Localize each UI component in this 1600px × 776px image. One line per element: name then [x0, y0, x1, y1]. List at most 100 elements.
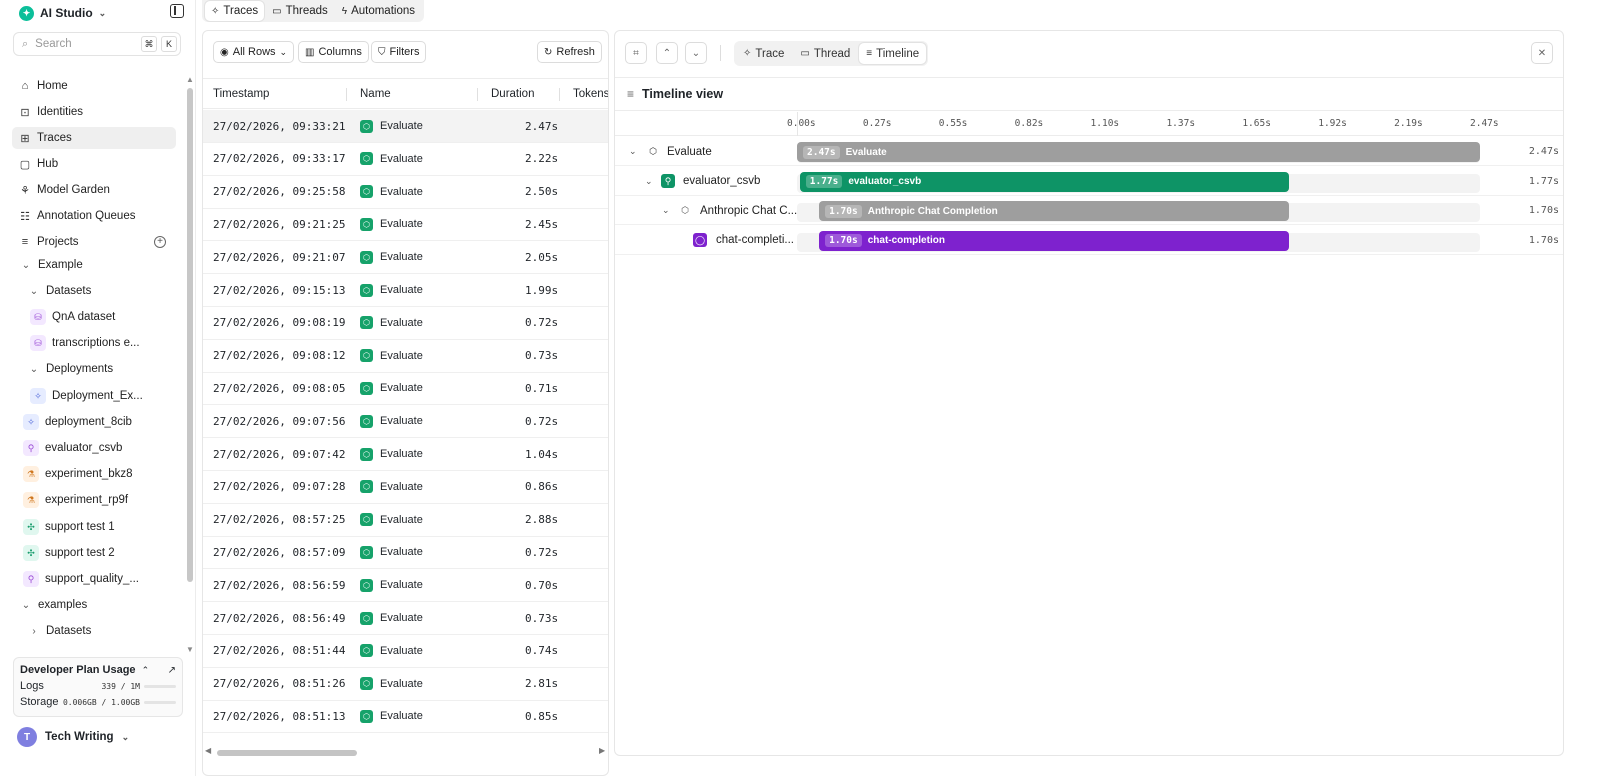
tree-item-qna-dataset[interactable]: ⛁ QnA dataset [30, 306, 115, 328]
refresh-icon: ↻ [544, 46, 553, 58]
column-header-timestamp[interactable]: Timestamp [213, 79, 269, 109]
table-row[interactable]: 27/02/2026, 09:08:19 ⬡ Evaluate 0.72s [203, 307, 608, 340]
table-row[interactable]: 27/02/2026, 09:15:13 ⬡ Evaluate 1.99s [203, 274, 608, 307]
tree-item-label: Datasets [46, 285, 92, 297]
timeline-span-row[interactable]: ⌄ ⚲ evaluator_csvb 1.77s evaluator_csvb 1.77s [615, 167, 1563, 196]
timeline-span-row[interactable]: ⌄ ⬡ Evaluate 2.47s Evaluate 2.47s [615, 137, 1563, 166]
all-rows-dropdown[interactable]: ◉ All Rows ⌄ [213, 41, 295, 63]
tree-item-datasets[interactable]: ⌄ Datasets [28, 280, 92, 302]
columns-button[interactable]: ▥ Columns [298, 41, 369, 63]
next-trace-button[interactable]: ⌄ [685, 42, 707, 64]
table-row[interactable]: 27/02/2026, 09:21:25 ⬡ Evaluate 2.45s [203, 208, 608, 242]
cell-duration: 0.72s [525, 316, 559, 330]
tree-item-experiment-rp9f[interactable]: ⚗ experiment_rp9f [23, 489, 128, 511]
tree-item-support-quality[interactable]: ⚲ support_quality_... [23, 568, 139, 590]
tree-item-deployment-8cib[interactable]: ✧ deployment_8cib [23, 411, 132, 433]
filters-button[interactable]: ⛉ Filters [371, 41, 427, 63]
table-row[interactable]: 27/02/2026, 09:08:12 ⬡ Evaluate 0.73s [203, 340, 608, 373]
scroll-up-icon[interactable]: ▲ [186, 75, 194, 84]
sidebar-item-model-garden[interactable]: ⚘ Model Garden [12, 179, 176, 201]
table-row[interactable]: 27/02/2026, 09:25:58 ⬡ Evaluate 2.50s [203, 176, 608, 209]
cell-duration: 2.47s [525, 119, 559, 133]
table-row[interactable]: 27/02/2026, 08:51:26 ⬡ Evaluate 2.81s [203, 668, 608, 701]
tab-timeline[interactable]: ≡ Timeline [859, 43, 927, 64]
span-duration: 1.70s [1528, 205, 1559, 216]
cell-name-label: Evaluate [380, 152, 423, 165]
focus-icon[interactable]: ⌗ [625, 42, 647, 64]
tab-automations[interactable]: ϟ Automations [336, 1, 421, 21]
span-bar[interactable]: 2.47s Evaluate [797, 142, 1480, 162]
span-bar[interactable]: 1.70s Anthropic Chat Completion [819, 201, 1290, 221]
timeline-span-row[interactable]: ◯ chat-completi... 1.70s chat-completion 1.7… [615, 226, 1563, 255]
span-bar[interactable]: 1.77s evaluator_csvb [799, 171, 1290, 192]
column-header-name[interactable]: Name [360, 79, 391, 109]
table-row[interactable]: 27/02/2026, 09:33:21 ⬡ Evaluate 2.47s [203, 110, 608, 143]
scroll-down-icon[interactable]: ▼ [186, 645, 194, 654]
column-divider[interactable] [559, 88, 560, 101]
tree-item-transcriptions[interactable]: ⛁ transcriptions e... [30, 332, 140, 354]
chevron-up-icon[interactable]: ⌃ [142, 665, 150, 676]
tree-item-support-test-2[interactable]: ✣ support test 2 [23, 542, 115, 564]
user-menu[interactable]: T Tech Writing ⌄ [17, 727, 129, 747]
sidebar-item-traces[interactable]: ⊞ Traces [12, 127, 176, 149]
table-row[interactable]: 27/02/2026, 08:51:44 ⬡ Evaluate 0.74s [203, 635, 608, 668]
tab-thread[interactable]: ▭ Thread [793, 43, 857, 64]
tree-item-experiment-bkz8[interactable]: ⚗ experiment_bkz8 [23, 463, 133, 485]
table-row[interactable]: 27/02/2026, 08:57:25 ⬡ Evaluate 2.88s [203, 504, 608, 537]
add-project-icon[interactable]: + [154, 236, 166, 248]
table-row[interactable]: 27/02/2026, 09:07:56 ⬡ Evaluate 0.72s [203, 405, 608, 439]
table-row[interactable]: 27/02/2026, 09:21:07 ⬡ Evaluate 2.05s [203, 241, 608, 275]
sidebar-item-annotation-queues[interactable]: ☷ Annotation Queues [12, 205, 176, 227]
tree-item-evaluator-csvb[interactable]: ⚲ evaluator_csvb [23, 437, 122, 459]
table-row[interactable]: 27/02/2026, 08:56:49 ⬡ Evaluate 0.73s [203, 602, 608, 635]
tab-traces[interactable]: ✧ Traces [205, 1, 265, 21]
search-input[interactable]: ⌕ Search ⌘ K [13, 32, 181, 56]
tab-trace[interactable]: ✧ Trace [736, 43, 791, 64]
sidebar-item-projects[interactable]: ≡ Projects + [12, 231, 176, 253]
table-row[interactable]: 27/02/2026, 09:33:17 ⬡ Evaluate 2.22s [203, 143, 608, 176]
tree-item-examples-datasets[interactable]: › Datasets [28, 620, 91, 642]
close-icon[interactable]: ✕ [1531, 42, 1553, 64]
table-row[interactable]: 27/02/2026, 08:56:59 ⬡ Evaluate 0.70s [203, 569, 608, 603]
scroll-left-icon[interactable]: ◀ [205, 746, 211, 755]
table-row[interactable]: 27/02/2026, 08:57:09 ⬡ Evaluate 0.72s [203, 536, 608, 570]
table-row[interactable]: 27/02/2026, 09:08:05 ⬡ Evaluate 0.71s [203, 372, 608, 406]
chevron-down-icon[interactable]: ⌄ [662, 196, 670, 225]
tab-threads[interactable]: ▭ Threads [266, 1, 334, 21]
chevron-down-icon[interactable]: ⌄ [629, 137, 637, 166]
tab-label: Timeline [876, 47, 920, 60]
tree-item-label: support test 1 [45, 521, 115, 533]
sidebar-item-hub[interactable]: ▢ Hub [12, 153, 176, 175]
sidebar-scrollbar[interactable] [187, 88, 193, 582]
tree-item-label: Example [38, 259, 83, 271]
tree-item-examples[interactable]: ⌄ examples [20, 594, 87, 616]
collapse-sidebar-icon[interactable] [170, 4, 184, 18]
tree-item-example[interactable]: ⌄ Example [20, 254, 83, 276]
refresh-button[interactable]: ↻ Refresh [537, 41, 602, 63]
timeline-span-row[interactable]: ⌄ ⬡ Anthropic Chat C... 1.70s Anthropic Chat… [615, 196, 1563, 225]
external-link-icon[interactable]: ↗ [168, 665, 176, 676]
columns-label: Columns [318, 46, 362, 58]
column-divider[interactable] [477, 88, 478, 101]
tree-item-deployment-ex[interactable]: ✧ Deployment_Ex... [30, 385, 143, 407]
cell-duration: 1.04s [525, 447, 559, 461]
scroll-right-icon[interactable]: ▶ [599, 746, 605, 755]
span-bar[interactable]: 1.70s chat-completion [819, 230, 1290, 251]
cell-name-label: Evaluate [380, 546, 423, 559]
tree-item-deployments[interactable]: ⌄ Deployments [28, 358, 113, 380]
tree-item-support-test-1[interactable]: ✣ support test 1 [23, 516, 115, 538]
chevron-down-icon[interactable]: ⌄ [645, 167, 653, 196]
column-header-duration[interactable]: Duration [491, 79, 534, 109]
horizontal-scrollbar[interactable]: ◀ ▶ [203, 746, 608, 760]
workspace-switcher[interactable]: ✦ AI Studio ⌄ [19, 3, 106, 23]
table-row[interactable]: 27/02/2026, 09:07:28 ⬡ Evaluate 0.86s [203, 471, 608, 504]
table-row[interactable]: 27/02/2026, 09:07:42 ⬡ Evaluate 1.04s [203, 438, 608, 471]
previous-trace-button[interactable]: ⌃ [656, 42, 678, 64]
table-row[interactable]: 27/02/2026, 08:51:13 ⬡ Evaluate 0.85s [203, 700, 608, 734]
column-divider[interactable] [346, 88, 347, 101]
sidebar-item-identities[interactable]: ⊡ Identities [12, 101, 176, 123]
scrollbar-thumb[interactable] [217, 750, 357, 756]
column-header-tokens[interactable]: Tokens [573, 79, 608, 109]
sidebar-item-home[interactable]: ⌂ Home [12, 75, 176, 97]
cell-timestamp: 27/02/2026, 08:51:26 [213, 677, 346, 691]
